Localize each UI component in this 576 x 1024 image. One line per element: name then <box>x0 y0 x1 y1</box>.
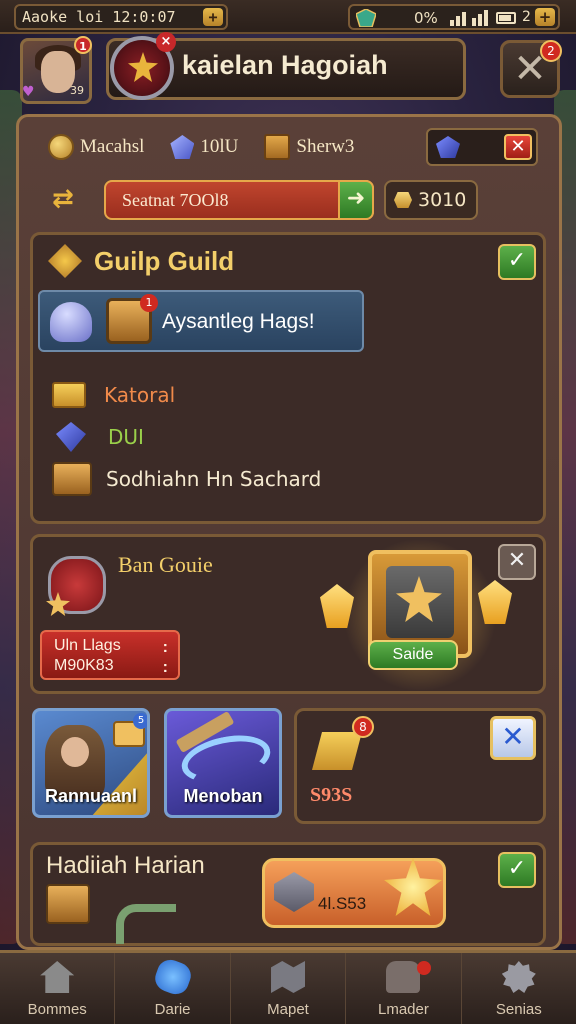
nav-label: Bommes <box>27 1001 87 1018</box>
status-left-text: Aaoke loi 12:0:07 <box>22 8 176 26</box>
search-go-button[interactable]: ➜ <box>338 180 374 220</box>
resource-label: Sherw3 <box>296 136 355 157</box>
nav-item-lmader[interactable]: Lmader <box>346 953 462 1024</box>
search-text: Seatnat 7OOl8 <box>122 190 229 210</box>
ban-stats-panel[interactable]: Uln Llags M90K83 :: <box>40 630 180 680</box>
search-input[interactable]: Seatnat 7OOl8 <box>104 180 374 220</box>
bow-icon <box>116 904 176 944</box>
nav-label: Senias <box>495 1001 542 1018</box>
map-icon <box>271 961 306 993</box>
coin-icon <box>48 134 74 160</box>
nav-label: Darie <box>154 1001 191 1018</box>
gold-reward-close-button[interactable]: ✕ <box>490 716 536 760</box>
guild-list-text: DUI <box>108 425 144 449</box>
status-right-panel: 0% 2 + <box>348 4 560 30</box>
gold-counter: 3010 <box>384 180 478 220</box>
status-plus-button[interactable]: + <box>203 8 223 26</box>
resource-label: 10lU <box>200 136 239 157</box>
emblem-star-icon <box>128 52 158 82</box>
tile-badge: 5 <box>133 713 147 729</box>
tile-character[interactable]: 5 Rannuaanl <box>32 708 150 818</box>
daily-reward-title: Hadiiah Harian <box>46 852 205 879</box>
dice-icon <box>151 956 195 998</box>
close-button-badge: 2 <box>540 40 562 62</box>
tile-magic[interactable]: Menoban <box>164 708 282 818</box>
swap-icon[interactable]: ⇄ <box>52 184 86 216</box>
chest-icon <box>52 462 92 496</box>
crate-icon <box>264 134 291 160</box>
nav-label: Lmader <box>377 1001 429 1018</box>
avatar-level: 39 <box>70 84 84 97</box>
gem-slot: ✕ <box>426 128 538 166</box>
battery-icon <box>496 12 516 24</box>
guild-banner-text: Aysantleg Hags! <box>162 310 315 333</box>
guild-list-text: Sodhiahn Hn Sachard <box>106 467 322 491</box>
mail-icon <box>52 382 86 408</box>
tile-label: Rannuaanl <box>44 786 137 806</box>
status-plus-button-right[interactable]: + <box>535 8 555 26</box>
character-face <box>61 737 89 767</box>
resource-label: Macahsl <box>80 136 145 157</box>
resource-coins: Macahsl <box>48 134 144 160</box>
gold-reward-value: S93S <box>310 784 353 806</box>
guild-list-text: Katoral <box>104 383 176 407</box>
gem-icon <box>436 136 460 158</box>
gem-icon <box>170 135 195 159</box>
guild-check-button[interactable]: ✓ <box>498 244 536 280</box>
resource-crates: Sherw3 <box>264 134 354 160</box>
nav-badge <box>417 961 432 975</box>
gold-icon <box>394 192 412 208</box>
resource-row: Macahsl 10lU Sherw3 <box>48 132 380 162</box>
ban-close-button[interactable]: ✕ <box>498 544 536 580</box>
gold-value: 3010 <box>418 189 467 211</box>
bottom-nav: Bommes Darie Mapet Lmader Senias <box>0 950 576 1024</box>
resource-gems: 10lU <box>170 135 238 159</box>
status-battery-text: 0% <box>414 9 438 27</box>
status-bar: Aaoke loi 12:0:07 + 0% 2 + <box>0 0 576 34</box>
emblem-close-badge[interactable]: × <box>156 32 176 52</box>
ban-stats-line1: Uln Llags <box>54 637 121 654</box>
nav-label: Mapet <box>267 1001 309 1018</box>
guild-title: Guilp Guild <box>94 246 235 276</box>
nav-item-mapet[interactable]: Mapet <box>231 953 347 1024</box>
shield-gem-icon <box>356 9 376 27</box>
nav-item-bommes[interactable]: Bommes <box>0 953 116 1024</box>
bag-icon <box>386 961 421 993</box>
home-icon <box>40 961 75 993</box>
nav-item-darie[interactable]: Darie <box>115 953 231 1024</box>
more-icon: :: <box>162 639 168 676</box>
guild-list-item[interactable]: Sodhiahn Hn Sachard <box>52 462 321 496</box>
gem-slot-close-button[interactable]: ✕ <box>504 134 532 160</box>
ban-stats-line2: M90K83 <box>54 657 114 674</box>
ban-guide-title: Ban Gouie <box>118 552 213 577</box>
bell-icon <box>50 302 92 342</box>
status-pct: 2 <box>522 9 531 25</box>
chest-icon <box>46 884 90 924</box>
daily-claim-text: 4l.S53 <box>318 894 367 913</box>
gem-icon <box>56 422 86 452</box>
tile-label: Menoban <box>183 786 263 806</box>
nav-item-senias[interactable]: Senias <box>462 953 576 1024</box>
guild-list-item[interactable]: DUI <box>52 422 144 452</box>
guild-list-item[interactable]: Katoral <box>52 382 175 408</box>
status-left-panel: Aaoke loi 12:0:07 + <box>14 4 228 30</box>
gold-reward-badge: 8 <box>352 716 374 738</box>
gear-icon <box>501 961 536 993</box>
avatar-notification-badge: 1 <box>74 36 92 54</box>
chest-badge: 1 <box>140 294 158 312</box>
page-title: kaielan Hagoiah <box>182 50 388 80</box>
heart-icon: ♥ <box>22 84 35 100</box>
saide-button[interactable]: Saide <box>368 640 458 670</box>
daily-check-button[interactable]: ✓ <box>498 852 536 888</box>
signal-icon <box>450 10 488 26</box>
